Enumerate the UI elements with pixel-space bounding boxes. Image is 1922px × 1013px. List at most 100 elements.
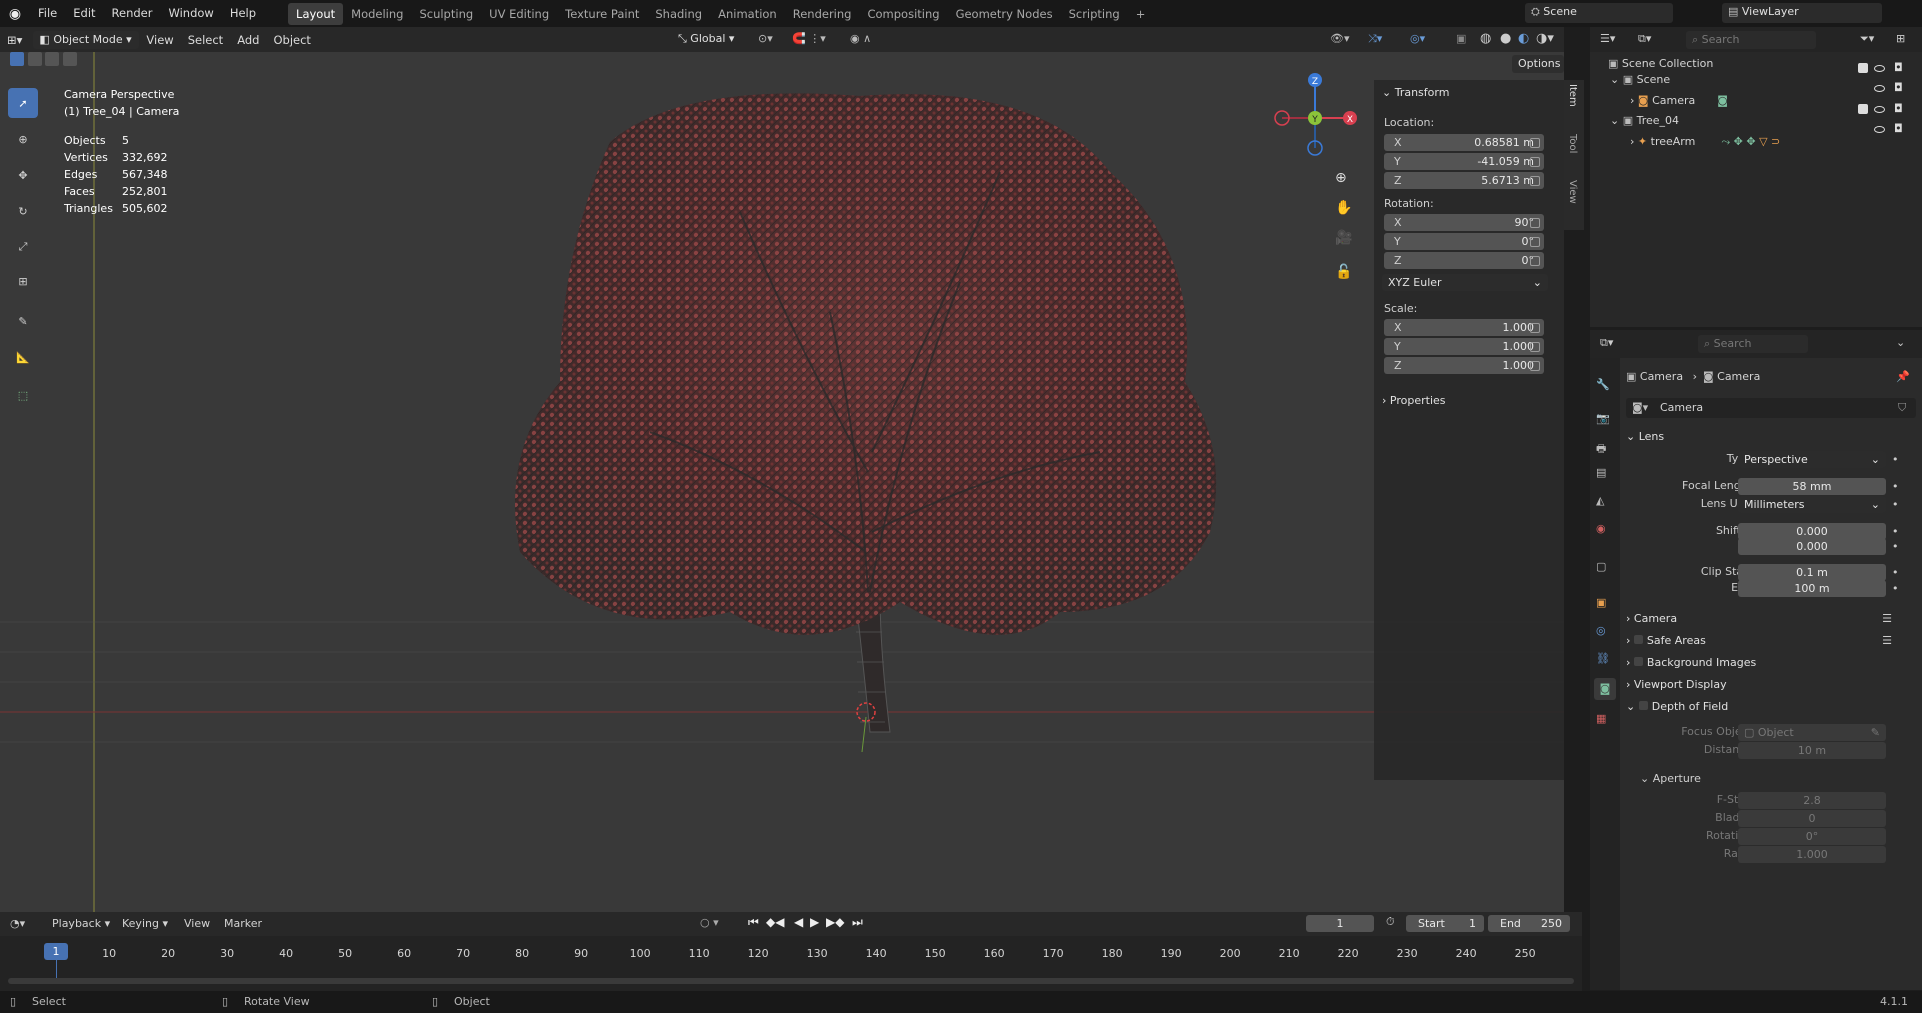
3d-viewport[interactable]: ➚ ⊕ ✥ ↻ ⤢ ⊞ ✎ 📐 ⬚ Camera Perspective (1)… xyxy=(0,52,1564,912)
distance-field[interactable]: 10 m xyxy=(1738,742,1886,759)
tab-animation[interactable]: Animation xyxy=(710,3,785,25)
eyedropper-icon[interactable]: ✎ xyxy=(1871,724,1880,741)
section-safe-areas-header[interactable]: › Safe Areas ☰ xyxy=(1626,630,1912,652)
keyframe-dot-icon[interactable]: • xyxy=(1892,540,1899,553)
cursor-tool-icon[interactable]: ⊕ xyxy=(8,124,38,154)
camera-view-icon[interactable]: 🎥 xyxy=(1335,230,1352,246)
menu-add[interactable]: Add xyxy=(230,33,266,47)
properties-search-input[interactable]: ⌕ Search xyxy=(1698,335,1808,353)
proportional-edit-icon[interactable]: ◉ ∧ xyxy=(850,32,871,45)
mode-selector[interactable]: ◧ Object Mode ▾ xyxy=(33,30,140,49)
tab-layout[interactable]: Layout xyxy=(288,2,344,25)
menu-edit[interactable]: Edit xyxy=(65,0,103,27)
measure-tool-icon[interactable]: 📐 xyxy=(8,342,38,372)
pin-icon[interactable]: 📌 xyxy=(1896,370,1910,383)
lock-icon[interactable] xyxy=(1530,218,1540,228)
timeline-scrollbar[interactable] xyxy=(8,978,1574,984)
keyframe-dot-icon[interactable]: • xyxy=(1892,566,1899,579)
shading-solid-icon[interactable]: ● xyxy=(1500,31,1511,46)
tab-compositing[interactable]: Compositing xyxy=(859,3,947,25)
camera-render-icon[interactable]: ◘ xyxy=(1894,81,1903,94)
scale-y-field[interactable]: Y 1.000 xyxy=(1384,338,1544,355)
keyframe-dot-icon[interactable]: • xyxy=(1892,480,1899,493)
eye-icon[interactable] xyxy=(1874,126,1885,133)
eye-icon[interactable] xyxy=(1874,65,1885,72)
keyframe-dot-icon[interactable]: • xyxy=(1892,453,1899,466)
select-box-tool-icon[interactable]: ➚ xyxy=(8,88,38,118)
gizmo-toggle-icon[interactable]: ⤨▾ xyxy=(1368,32,1382,46)
tab-scripting[interactable]: Scripting xyxy=(1061,3,1128,25)
section-viewport-display-header[interactable]: › Viewport Display xyxy=(1626,674,1912,696)
menu-playback[interactable]: Playback ▾ xyxy=(52,917,110,930)
lens-type-select[interactable]: Perspective ⌄ xyxy=(1738,451,1886,468)
outliner-search-input[interactable]: ⌕ Search xyxy=(1686,31,1816,49)
menu-select[interactable]: Select xyxy=(181,33,230,47)
prev-keyframe-icon[interactable]: ◆◀ xyxy=(766,915,784,929)
menu-render[interactable]: Render xyxy=(104,0,161,27)
properties-panel-header[interactable]: › Properties xyxy=(1382,394,1446,407)
jump-end-icon[interactable]: ⏭ xyxy=(852,915,863,930)
section-background-images-header[interactable]: › Background Images xyxy=(1626,652,1912,674)
properties-editor-icon[interactable]: ⧉▾ xyxy=(1600,336,1613,350)
rotation-z-field[interactable]: Z 0° xyxy=(1384,252,1544,269)
lock-icon[interactable] xyxy=(1530,157,1540,167)
focal-length-field[interactable]: 58 mm xyxy=(1738,478,1886,495)
checkbox-icon[interactable] xyxy=(1858,63,1868,73)
ratio-field[interactable]: 1.000 xyxy=(1738,846,1886,863)
playhead-frame-indicator[interactable]: 1 xyxy=(44,943,68,960)
physics-tab-icon[interactable]: ◎ xyxy=(1596,624,1606,637)
lock-icon[interactable] xyxy=(1530,176,1540,186)
location-y-field[interactable]: Y -41.059 m xyxy=(1384,153,1544,170)
next-keyframe-icon[interactable]: ▶◆ xyxy=(826,915,844,929)
shading-rendered-icon[interactable]: ◑▾ xyxy=(1536,31,1554,46)
auto-keying-icon[interactable]: ○ ▾ xyxy=(700,916,719,929)
chevron-down-icon[interactable]: ⌄ xyxy=(1896,336,1905,349)
rotate-tool-icon[interactable]: ↻ xyxy=(8,196,38,226)
outliner-row-camera[interactable]: › ◙ Camera ◙ xyxy=(1630,94,1910,107)
add-workspace-button[interactable]: + xyxy=(1128,3,1154,25)
scale-x-field[interactable]: X 1.000 xyxy=(1384,319,1544,336)
menu-object[interactable]: Object xyxy=(266,33,317,47)
shift-y-field[interactable]: 0.000 xyxy=(1738,538,1886,555)
scale-z-field[interactable]: Z 1.000 xyxy=(1384,357,1544,374)
lock-icon[interactable] xyxy=(1530,361,1540,371)
transform-tool-icon[interactable]: ⊞ xyxy=(8,266,38,296)
section-lens-header[interactable]: ⌄ Lens xyxy=(1626,426,1912,448)
lens-unit-select[interactable]: Millimeters ⌄ xyxy=(1738,496,1886,513)
outliner-row-scene[interactable]: ⌄ ▣ Scene xyxy=(1610,73,1915,86)
outliner-row-scene-collection[interactable]: ▣ Scene Collection xyxy=(1608,57,1713,70)
location-z-field[interactable]: Z 5.6713 m xyxy=(1384,172,1544,189)
add-cube-tool-icon[interactable]: ⬚ xyxy=(8,380,38,410)
rotation-mode-select[interactable]: XYZ Euler ⌄ xyxy=(1382,274,1548,291)
shading-material-icon[interactable]: ◐ xyxy=(1518,31,1529,46)
tab-modeling[interactable]: Modeling xyxy=(343,3,411,25)
zoom-icon[interactable]: ⊕ xyxy=(1335,170,1347,186)
move-tool-icon[interactable]: ✥ xyxy=(8,160,38,190)
xray-toggle-icon[interactable]: ▣ xyxy=(1456,32,1466,45)
tab-shading[interactable]: Shading xyxy=(647,3,710,25)
tab-item[interactable]: Item xyxy=(1567,84,1578,107)
pan-hand-icon[interactable]: ✋ xyxy=(1335,200,1352,216)
timeline-editor-icon[interactable]: ◔▾ xyxy=(10,917,25,930)
scene-tab-icon[interactable]: ◭ xyxy=(1596,494,1604,507)
tab-view[interactable]: View xyxy=(1567,180,1578,204)
menu-view[interactable]: View xyxy=(184,917,210,930)
rotation-x-field[interactable]: X 90° xyxy=(1384,214,1544,231)
checkbox-icon[interactable] xyxy=(1638,701,1648,710)
menu-marker[interactable]: Marker xyxy=(224,917,262,930)
menu-file[interactable]: File xyxy=(30,0,65,27)
stopwatch-icon[interactable]: ⏱ xyxy=(1386,915,1395,929)
render-tab-icon[interactable]: 📷 xyxy=(1596,412,1610,425)
scene-selector[interactable]: ⛭ Scene xyxy=(1525,3,1673,23)
preset-list-icon[interactable]: ☰ xyxy=(1882,630,1892,652)
pivot-icon[interactable]: ⊙▾ xyxy=(758,32,773,45)
options-button[interactable]: Options xyxy=(1512,55,1564,73)
section-camera-header[interactable]: › Camera ☰ xyxy=(1626,608,1912,630)
eye-icon[interactable] xyxy=(1874,85,1885,92)
location-x-field[interactable]: X 0.68581 m xyxy=(1384,134,1544,151)
view-layer-tab-icon[interactable]: ▤ xyxy=(1596,466,1606,479)
current-frame-field[interactable]: 1 xyxy=(1306,915,1374,932)
start-frame-field[interactable]: Start 1 xyxy=(1406,915,1484,932)
keyframe-dot-icon[interactable]: • xyxy=(1892,498,1899,511)
menu-help[interactable]: Help xyxy=(222,0,264,27)
